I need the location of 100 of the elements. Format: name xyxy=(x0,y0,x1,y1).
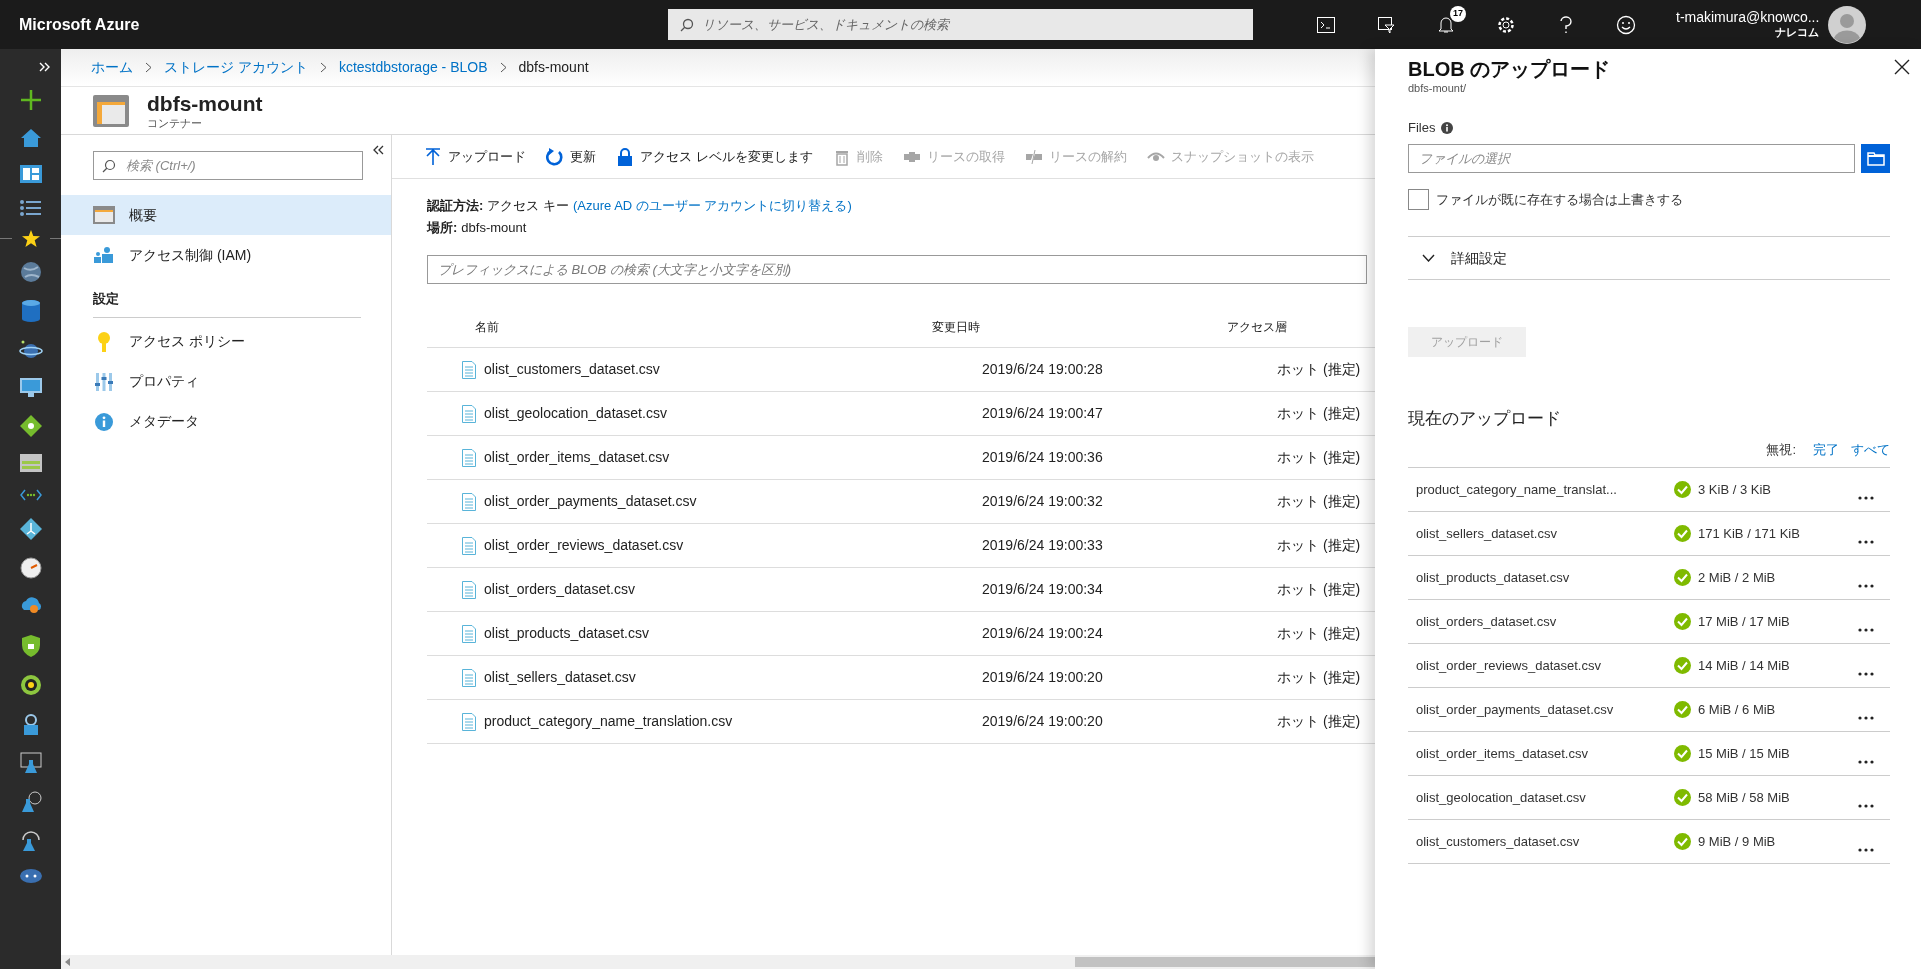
page-title: dbfs-mount xyxy=(147,90,263,117)
upload-size: 15 MiB / 15 MiB xyxy=(1698,745,1791,763)
upload-size: 3 KiB / 3 KiB xyxy=(1698,481,1772,499)
code-icon[interactable] xyxy=(19,489,42,501)
search-icon xyxy=(680,18,694,32)
upload-file-name: olist_geolocation_dataset.csv xyxy=(1416,789,1587,807)
current-uploads-heading: 現在のアップロード xyxy=(1408,408,1562,431)
ignore-link[interactable]: 完了 xyxy=(1813,439,1839,460)
file-icon xyxy=(462,360,476,379)
home-icon[interactable] xyxy=(19,128,42,148)
flask-icon[interactable] xyxy=(19,830,42,852)
flask-icon[interactable] xyxy=(19,791,42,813)
breadcrumb-link[interactable]: ストレージ アカウント xyxy=(164,57,308,78)
globe-icon[interactable] xyxy=(19,261,42,283)
container-icon xyxy=(93,206,115,224)
brand-name[interactable]: Microsoft Azure xyxy=(0,12,668,37)
file-name-link[interactable]: olist_products_dataset.csv xyxy=(484,623,649,644)
file-icon xyxy=(462,624,476,643)
user-org: ナレコム xyxy=(1775,26,1820,41)
nav-item[interactable]: 概要 xyxy=(61,195,391,235)
column-header[interactable]: アクセス層 xyxy=(1227,317,1317,336)
file-name-link[interactable]: olist_sellers_dataset.csv xyxy=(484,667,636,688)
chevron-icon xyxy=(499,62,507,73)
upload-size: 58 MiB / 58 MiB xyxy=(1698,789,1791,807)
auth-value: アクセス キー xyxy=(487,197,569,215)
close-icon[interactable] xyxy=(1894,59,1910,75)
file-icon xyxy=(462,668,476,687)
collapse-icon[interactable] xyxy=(371,143,385,157)
monitor-icon[interactable] xyxy=(19,378,42,398)
dashboard-icon[interactable] xyxy=(19,165,42,183)
avatar-icon[interactable] xyxy=(1828,5,1867,44)
breadcrumb-current: dbfs-mount xyxy=(518,58,589,77)
location-label: 場所: xyxy=(427,219,458,237)
file-name-link[interactable]: olist_geolocation_dataset.csv xyxy=(484,403,667,424)
table-cell-text: ホット (推定) xyxy=(1277,360,1362,379)
table-cell-text: ホット (推定) xyxy=(1277,448,1362,467)
file-input-field[interactable]: ファイルの選択 xyxy=(1408,144,1855,174)
file-name-link[interactable]: olist_order_reviews_dataset.csv xyxy=(484,535,684,556)
star-icon[interactable] xyxy=(21,230,40,247)
location-value: dbfs-mount xyxy=(461,219,527,237)
overwrite-checkbox[interactable] xyxy=(1408,189,1429,211)
ignore-link[interactable]: すべて xyxy=(1851,439,1890,460)
add-icon[interactable] xyxy=(19,89,42,111)
refresh-icon xyxy=(546,147,564,166)
breadcrumb-link[interactable]: kctestdbstorage - BLOB xyxy=(338,57,488,78)
upload-size: 14 MiB / 14 MiB xyxy=(1698,657,1791,675)
broken-link-icon xyxy=(1024,147,1043,166)
table-cell-text: 2019/6/24 19:00:24 xyxy=(982,624,1104,643)
scrollbar[interactable] xyxy=(61,955,1375,969)
table-cell-text: 2019/6/24 19:00:28 xyxy=(982,360,1104,379)
notification-button[interactable]: 17 xyxy=(1416,0,1476,49)
people-icon xyxy=(93,247,115,263)
chevron-icon xyxy=(319,62,327,73)
table-cell-text: ホット (推定) xyxy=(1277,668,1362,687)
page-subtitle: コンテナー xyxy=(147,116,203,131)
table-cell-text: 2019/6/24 19:00:36 xyxy=(982,448,1104,467)
coin-icon[interactable] xyxy=(19,674,42,696)
diamond-icon[interactable] xyxy=(19,518,42,540)
breadcrumb-link[interactable]: ホーム xyxy=(91,57,133,78)
table-cell-text: ホット (推定) xyxy=(1277,536,1362,555)
gauge-icon[interactable] xyxy=(19,557,42,579)
user-name[interactable]: t-makimura@knowco... xyxy=(1676,8,1820,27)
browse-button[interactable] xyxy=(1861,144,1890,174)
toolbar-button[interactable]: 更新 xyxy=(546,146,596,167)
file-name-link[interactable]: olist_order_payments_dataset.csv xyxy=(484,491,697,512)
column-header[interactable]: 名前 xyxy=(475,317,932,336)
toolbar-button[interactable]: アップロード xyxy=(424,146,526,167)
upload-file-name: olist_sellers_dataset.csv xyxy=(1416,525,1558,543)
search-field[interactable]: リソース、サービス、ドキュメントの検索 xyxy=(668,9,1253,40)
card-icon[interactable] xyxy=(19,454,42,472)
database-icon[interactable] xyxy=(21,300,40,322)
file-name-link[interactable]: olist_customers_dataset.csv xyxy=(484,359,660,380)
search-field[interactable]: 検索 (Ctrl+/) xyxy=(93,151,363,180)
container-icon xyxy=(93,94,129,127)
switch-account-link[interactable]: (Azure AD のユーザー アカウントに切り替える) xyxy=(572,195,852,217)
file-name-link[interactable]: olist_order_items_dataset.csv xyxy=(484,447,670,468)
file-name-link[interactable]: olist_orders_dataset.csv xyxy=(484,579,635,600)
flask-icon[interactable] xyxy=(19,752,42,774)
blob-search-field[interactable]: プレフィックスによる BLOB の検索 (大文字と小文字を区別) xyxy=(427,255,1367,284)
check-circle-icon xyxy=(1674,613,1691,631)
upload-size: 9 MiB / 9 MiB xyxy=(1698,833,1777,851)
file-icon xyxy=(462,492,476,511)
file-icon xyxy=(462,712,476,731)
chevron-icon xyxy=(145,62,152,73)
file-name-link[interactable]: product_category_name_translation.csv xyxy=(484,711,733,732)
table-cell-text: 2019/6/24 19:00:20 xyxy=(982,712,1104,731)
table-cell-text: ホット (推定) xyxy=(1277,580,1362,599)
advanced-settings-toggle[interactable]: 詳細設定 xyxy=(1408,236,1890,281)
upload-file-name: olist_customers_dataset.csv xyxy=(1416,833,1581,851)
column-header[interactable]: 変更日時 xyxy=(932,317,1227,336)
planet-icon[interactable] xyxy=(18,339,43,361)
toolbar-button[interactable]: アクセス レベルを変更します xyxy=(616,146,813,167)
left-arrow-icon[interactable] xyxy=(64,958,72,966)
upload-file-name: product_category_name_translat... xyxy=(1416,481,1618,499)
list-icon[interactable] xyxy=(19,200,42,216)
panel-title: BLOB のアップロード xyxy=(1408,57,1611,82)
table-cell-text: 2019/6/24 19:00:33 xyxy=(982,536,1104,555)
upload-file-name: olist_order_items_dataset.csv xyxy=(1416,745,1589,763)
shield-icon[interactable] xyxy=(21,635,40,657)
upload-size: 171 KiB / 171 KiB xyxy=(1698,525,1801,543)
